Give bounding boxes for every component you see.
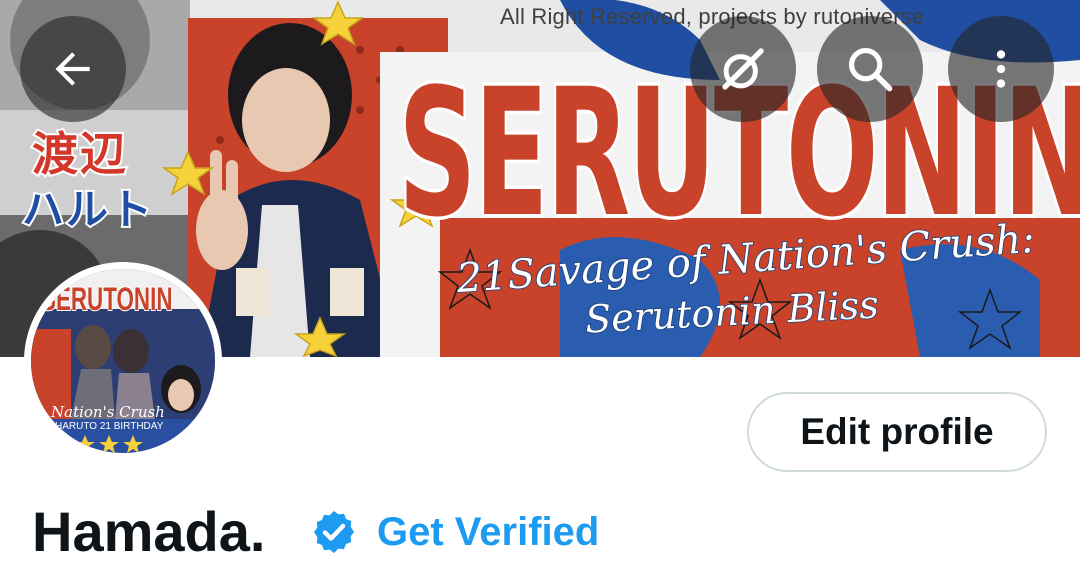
more-vertical-icon [996, 50, 1006, 88]
banner-jp-text-2: ハルト [20, 184, 155, 235]
avatar-image: SERUTONIN Nation's Crush HARUTO 21 BIRTH… [31, 269, 215, 453]
profile-avatar[interactable]: SERUTONIN Nation's Crush HARUTO 21 BIRTH… [24, 262, 222, 460]
arrow-left-icon [55, 52, 90, 86]
avatar-subtitle: HARUTO 21 BIRTHDAY [55, 421, 164, 432]
edit-profile-button[interactable]: Edit profile [747, 392, 1047, 472]
banner-jp-text-1: 渡辺 [30, 126, 128, 182]
search-icon [848, 47, 893, 92]
get-verified-link[interactable]: Get Verified [377, 508, 599, 556]
more-options-button[interactable] [948, 16, 1054, 122]
avatar-script-text: Nation's Crush [51, 403, 165, 421]
back-button[interactable] [20, 16, 126, 122]
display-name: Hamada. [32, 500, 266, 563]
verified-badge-icon [314, 511, 354, 553]
search-button[interactable] [817, 16, 923, 122]
grok-slash-icon [722, 48, 764, 90]
grok-button[interactable] [690, 16, 796, 122]
avatar-title-art: SERUTONIN [40, 280, 173, 318]
